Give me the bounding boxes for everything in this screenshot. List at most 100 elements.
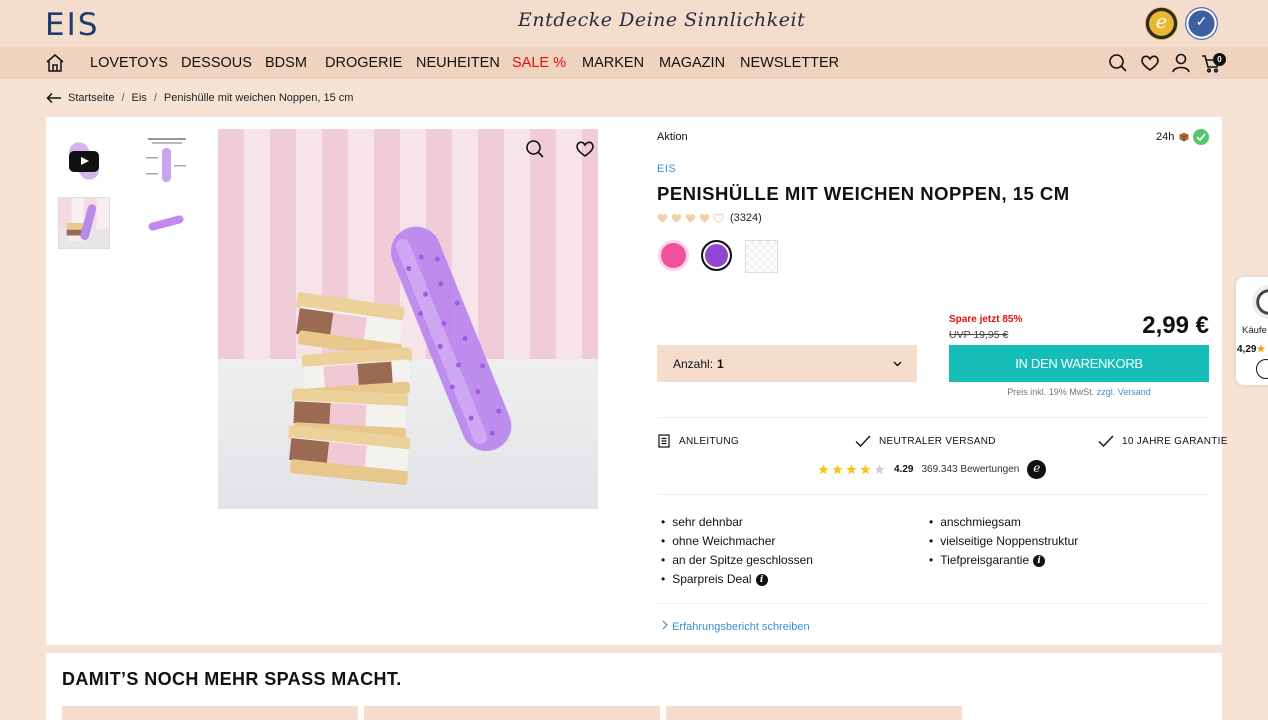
thumbnail-dimensions[interactable] <box>140 135 192 187</box>
nav-neuheiten[interactable]: NEUHEITEN <box>416 55 500 71</box>
wishlist-heart-icon[interactable] <box>1139 52 1161 74</box>
recommendation-card[interactable] <box>364 706 660 720</box>
product-main-image[interactable] <box>218 129 598 509</box>
product-illustration <box>287 226 512 485</box>
bullet-text: Tiefpreisgarantie <box>940 553 1030 567</box>
nav-sale[interactable]: SALE % <box>512 55 566 71</box>
recommendation-card[interactable] <box>62 706 358 720</box>
widget-score-value: 4,29 <box>1237 344 1257 355</box>
star-icon <box>846 464 857 475</box>
home-icon[interactable] <box>44 52 66 74</box>
thumbnail-photo[interactable] <box>58 197 110 249</box>
quantity-select[interactable]: Anzahl: 1 <box>657 345 917 382</box>
account-icon[interactable] <box>1170 52 1192 74</box>
rating-heart-icon <box>671 214 682 223</box>
write-review-text: Erfahrungsbericht schreiben <box>672 621 810 633</box>
nav-newsletter[interactable]: NEWSLETTER <box>740 55 839 71</box>
guarantee-label: 10 JAHRE GARANTIE <box>1122 435 1228 447</box>
manual-label: ANLEITUNG <box>679 435 739 447</box>
thumbnail-side-view[interactable] <box>140 197 192 249</box>
trusted-shops-seal-icon[interactable]: e <box>1145 7 1178 40</box>
nav-drogerie[interactable]: DROGERIE <box>325 55 402 71</box>
product-brand[interactable]: EIS <box>657 163 676 175</box>
product-rating[interactable]: (3324) <box>657 212 762 224</box>
chevron-down-icon <box>893 361 902 367</box>
check-icon <box>855 435 871 448</box>
star-partial-icon <box>874 464 885 475</box>
breadcrumb-separator: / <box>153 92 157 104</box>
neutral-shipping-feature: NEUTRALER VERSAND <box>855 434 996 448</box>
divider <box>657 494 1209 495</box>
chevron-right-icon <box>662 620 668 630</box>
cart-count-badge: 0 <box>1213 53 1226 66</box>
trust-badge-icon <box>1252 285 1268 319</box>
breadcrumb-current: Penishülle mit weichen Noppen, 15 cm <box>163 92 354 104</box>
tax-note: Preis inkl. 19% MwSt. zzgl. Versand <box>949 387 1209 397</box>
seal-check: ✓ <box>1195 13 1208 29</box>
breadcrumb-brand[interactable]: Eis <box>132 92 147 104</box>
list-item: vielseitige Noppenstruktur <box>929 532 1078 551</box>
widget-label: Käufe <box>1242 325 1267 336</box>
color-swatch-transparent[interactable] <box>745 240 778 273</box>
check-icon <box>1098 435 1114 448</box>
quality-seal-icon[interactable]: ✓ <box>1185 7 1218 40</box>
review-count[interactable]: (3324) <box>730 212 762 224</box>
recommendation-card[interactable] <box>666 706 962 720</box>
star-icon <box>860 464 871 475</box>
tax-text: Preis inkl. 19% MwSt. <box>1007 387 1095 397</box>
divider <box>657 603 1209 604</box>
rating-heart-icon <box>685 214 696 223</box>
shipping-link[interactable]: zzgl. Versand <box>1097 387 1151 397</box>
add-to-wishlist-icon[interactable] <box>574 138 596 160</box>
list-item: an der Spitze geschlossen <box>661 551 813 570</box>
bullet-text: an der Spitze geschlossen <box>672 553 813 567</box>
nav-lovetoys[interactable]: LOVETOYS <box>90 55 168 71</box>
color-swatch-pink[interactable] <box>658 240 689 271</box>
zoom-icon[interactable] <box>524 138 546 160</box>
delivery-time: 24h <box>1156 131 1175 143</box>
document-icon <box>658 434 670 448</box>
quantity-label: Anzahl: 1 <box>673 357 724 371</box>
nav-dessous[interactable]: DESSOUS <box>181 55 252 71</box>
breadcrumb-separator: / <box>121 92 125 104</box>
info-icon[interactable]: i <box>755 573 768 586</box>
back-arrow-icon[interactable] <box>46 92 62 104</box>
rating-count: 369.343 Bewertungen <box>921 464 1020 475</box>
breadcrumb: Startseite / Eis / Penishülle mit weiche… <box>46 92 353 104</box>
feature-list-right: anschmiegsam vielseitige Noppenstruktur … <box>929 513 1078 570</box>
quantity-value: 1 <box>717 357 724 371</box>
info-icon[interactable]: i <box>1033 554 1046 567</box>
package-icon <box>1179 132 1189 142</box>
bullet-text: vielseitige Noppenstruktur <box>940 534 1079 548</box>
color-swatch-purple-selected[interactable] <box>701 240 732 271</box>
play-icon[interactable] <box>69 150 99 172</box>
bullet-text: Sparpreis Deal <box>672 572 752 586</box>
nav-magazin[interactable]: MAGAZIN <box>659 55 725 71</box>
write-review-link[interactable]: Erfahrungsbericht schreiben <box>661 620 810 633</box>
rating-score: 4.29 <box>894 464 914 475</box>
list-item: Sparpreis Deali <box>661 570 813 589</box>
nav-bdsm[interactable]: BDSM <box>265 55 307 71</box>
discount-label: Spare jetzt 85% <box>949 314 1023 325</box>
recommendations-title: DAMIT’S NOCH MEHR SPASS MACHT. <box>62 669 402 689</box>
rating-heart-icon <box>699 214 710 223</box>
site-logo[interactable]: EIS <box>45 7 99 43</box>
rating-heart-icon <box>657 214 668 223</box>
star-icon <box>818 464 829 475</box>
in-stock-check-icon <box>1193 129 1209 145</box>
manual-link[interactable]: ANLEITUNG <box>657 434 739 448</box>
bullet-text: sehr dehnbar <box>672 515 743 529</box>
bullet-text: ohne Weichmacher <box>672 534 776 548</box>
trusted-shops-rating[interactable]: 4.29 369.343 Bewertungen e <box>818 460 1047 479</box>
trusted-logo-letter: e <box>1033 461 1041 475</box>
nav-marken[interactable]: MARKEN <box>582 55 644 71</box>
trusted-shops-widget[interactable]: Käufe 4,29★ <box>1236 277 1268 385</box>
search-icon[interactable] <box>1107 52 1129 74</box>
rating-heart-empty-icon <box>713 213 724 223</box>
thumbnail-video[interactable] <box>58 135 110 187</box>
list-item: Tiefpreisgarantiei <box>929 551 1078 570</box>
add-to-cart-button[interactable]: IN DEN WARENKORB <box>949 345 1209 382</box>
breadcrumb-home[interactable]: Startseite <box>68 92 114 104</box>
widget-score: 4,29★ <box>1237 344 1265 355</box>
list-item: anschmiegsam <box>929 513 1078 532</box>
